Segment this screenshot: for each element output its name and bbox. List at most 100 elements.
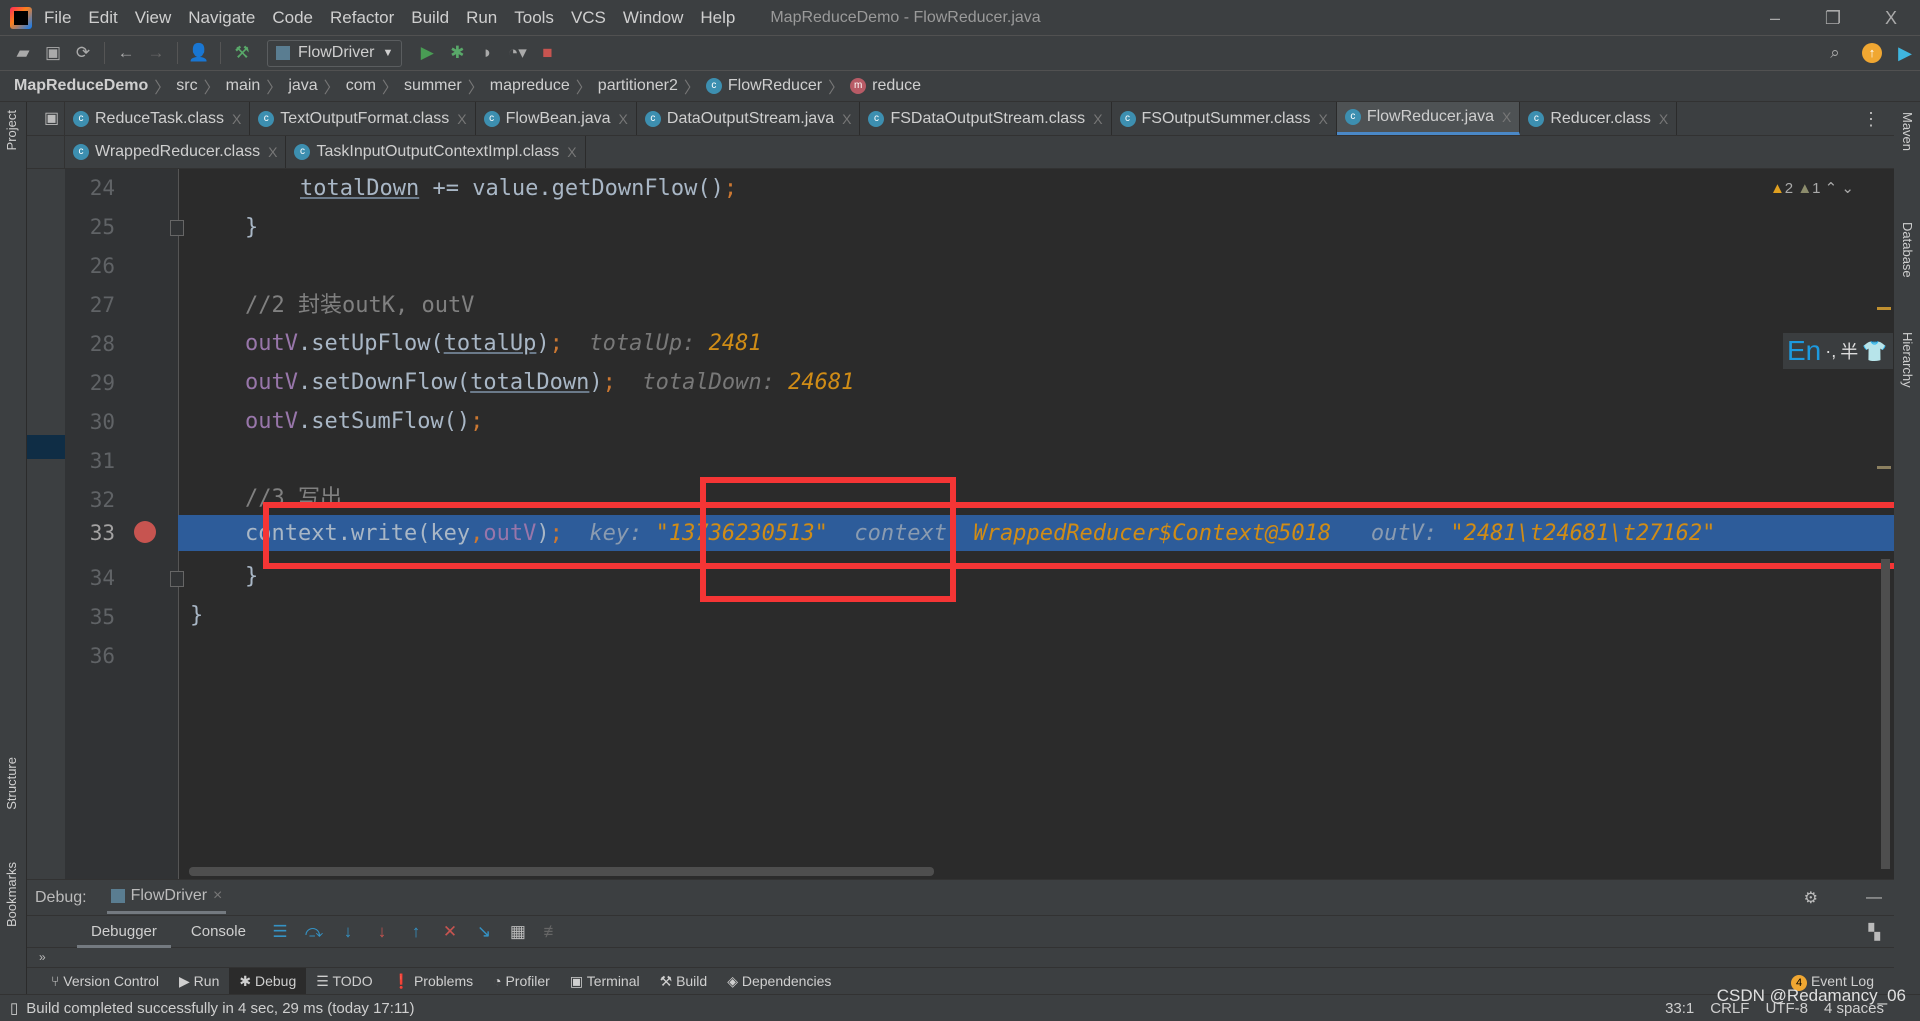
breadcrumb-project[interactable]: MapReduceDemo	[14, 77, 148, 95]
tab-dataoutputstream[interactable]: c DataOutputStream.java X	[636, 102, 861, 135]
run-to-cursor-icon[interactable]: ↘	[470, 922, 498, 942]
sync-icon[interactable]: ⟳	[68, 43, 98, 63]
expand-icon[interactable]: »	[39, 950, 46, 964]
close-tab-icon[interactable]: X	[567, 144, 576, 160]
status-message[interactable]: Build completed successfully in 4 sec, 2…	[26, 1000, 414, 1017]
more-tabs-icon[interactable]: ⋮	[1862, 102, 1880, 135]
tool-profiler[interactable]: ◔ Profiler	[483, 968, 560, 995]
project-tool-button[interactable]: Project	[4, 110, 19, 150]
error-stripe-mark[interactable]	[1877, 307, 1891, 310]
close-tab-icon[interactable]: X	[842, 111, 851, 127]
database-tool-button[interactable]: Database	[1900, 222, 1915, 278]
tool-debug[interactable]: ✱ Debug	[229, 967, 307, 995]
menu-window[interactable]: Window	[623, 8, 683, 28]
breadcrumb-com[interactable]: com	[346, 77, 376, 95]
step-into-icon[interactable]: ↓	[334, 922, 362, 942]
tab-reducer[interactable]: c Reducer.class X	[1520, 102, 1678, 135]
menu-refactor[interactable]: Refactor	[330, 8, 394, 28]
search-icon[interactable]: ⌕	[1820, 43, 1850, 63]
tab-reducetask[interactable]: c ReduceTask.class X	[65, 102, 251, 135]
step-over-icon[interactable]: ⤼	[300, 922, 328, 942]
close-tab-icon[interactable]: X	[1659, 111, 1668, 127]
breadcrumb-java[interactable]: java	[288, 77, 317, 95]
structure-tool-button[interactable]: Structure	[4, 757, 19, 810]
menu-run[interactable]: Run	[466, 8, 497, 28]
layout-icon[interactable]: ▚	[1868, 923, 1880, 941]
tab-textoutputformat[interactable]: c TextOutputFormat.class X	[250, 102, 476, 135]
close-tab-icon[interactable]: X	[1502, 109, 1511, 125]
close-tab-icon[interactable]: X	[619, 111, 628, 127]
debug-icon[interactable]: ✱	[442, 43, 472, 63]
profiler-icon[interactable]: ◔▾	[502, 43, 532, 63]
build-hammer-icon[interactable]: ⚒	[227, 43, 257, 63]
breadcrumb-summer[interactable]: summer	[404, 77, 462, 95]
save-icon[interactable]: ▣	[38, 43, 68, 63]
stop-icon[interactable]: ■	[532, 43, 562, 63]
minimize-button[interactable]: –	[1746, 0, 1804, 36]
close-tab-icon[interactable]: X	[1318, 111, 1327, 127]
tab-fsoutputsummer[interactable]: c FSOutputSummer.class X	[1111, 102, 1337, 135]
toolbox-icon[interactable]: ▶	[1898, 43, 1912, 64]
error-stripe-mark[interactable]	[1877, 466, 1891, 469]
caret-position[interactable]: 33:1	[1665, 1000, 1694, 1017]
gear-icon[interactable]: ⚙	[1804, 888, 1818, 908]
hierarchy-tool-button[interactable]: Hierarchy	[1900, 332, 1915, 388]
menu-help[interactable]: Help	[700, 8, 735, 28]
drop-frame-icon[interactable]: ✕	[436, 922, 464, 942]
hide-icon[interactable]: —	[1866, 889, 1882, 907]
tool-todo[interactable]: ☰ TODO	[306, 968, 382, 995]
menu-navigate[interactable]: Navigate	[188, 8, 255, 28]
tool-build[interactable]: ⚒ Build	[650, 968, 718, 995]
close-tab-icon[interactable]: X	[457, 111, 466, 127]
breadcrumb-partitioner2[interactable]: partitioner2	[598, 77, 678, 95]
tab-debugger[interactable]: Debugger	[77, 916, 171, 948]
fold-marker-icon[interactable]	[170, 220, 184, 236]
tab-fsdataoutputstream[interactable]: c FSDataOutputStream.class X	[860, 102, 1112, 135]
breadcrumb-main[interactable]: main	[226, 77, 261, 95]
code-editor[interactable]: 24 25 26 27 28 29 30 31 32 33 34 35 36 totalDown += …	[65, 169, 1894, 879]
close-tab-icon[interactable]: X	[232, 111, 241, 127]
close-tab-icon[interactable]: X	[268, 144, 277, 160]
breakpoint-icon[interactable]	[134, 521, 156, 543]
restore-button[interactable]: ❐	[1804, 0, 1862, 36]
menu-tools[interactable]: Tools	[514, 8, 554, 28]
back-icon[interactable]: ←	[111, 43, 141, 63]
tool-problems[interactable]: ❗ Problems	[383, 968, 483, 995]
fold-marker-icon[interactable]	[170, 571, 184, 587]
menu-file[interactable]: File	[44, 8, 71, 28]
close-tab-icon[interactable]: ×	[213, 887, 222, 905]
menu-build[interactable]: Build	[411, 8, 449, 28]
menu-view[interactable]: View	[135, 8, 172, 28]
tab-flowbean[interactable]: c FlowBean.java X	[475, 102, 637, 135]
run-config-select[interactable]: FlowDriver ▼	[267, 39, 403, 67]
forward-icon[interactable]: →	[141, 43, 171, 63]
trace-icon[interactable]: ≢	[538, 922, 566, 942]
evaluate-icon[interactable]: ▦	[504, 922, 532, 942]
open-folder-icon[interactable]: ▰	[8, 43, 38, 63]
close-tab-icon[interactable]: X	[1093, 111, 1102, 127]
tool-run[interactable]: ▶ Run	[169, 968, 229, 995]
inspection-widget[interactable]: ▲2 ▲1 ⌃ ⌄	[1770, 179, 1854, 197]
user-icon[interactable]: 👤	[184, 43, 214, 63]
tab-console[interactable]: Console	[177, 916, 260, 948]
tab-flowreducer[interactable]: c FlowReducer.java X	[1336, 102, 1521, 135]
menu-edit[interactable]: Edit	[88, 8, 117, 28]
horizontal-scrollbar[interactable]	[189, 867, 934, 876]
breadcrumb-src[interactable]: src	[176, 77, 197, 95]
breadcrumb-mapreduce[interactable]: mapreduce	[490, 77, 570, 95]
menu-vcs[interactable]: VCS	[571, 8, 606, 28]
vertical-scrollbar[interactable]	[1881, 559, 1890, 869]
tab-taskinputoutputcontextimpl[interactable]: c TaskInputOutputContextImpl.class X	[286, 136, 586, 168]
maven-tool-button[interactable]: Maven	[1900, 112, 1915, 151]
breadcrumb-class[interactable]: FlowReducer	[728, 77, 822, 95]
menu-code[interactable]: Code	[272, 8, 313, 28]
tool-dependencies[interactable]: ◈ Dependencies	[717, 968, 841, 995]
tool-version-control[interactable]: ⑂ Version Control	[41, 968, 169, 995]
close-button[interactable]: X	[1862, 0, 1920, 36]
debug-session-tab[interactable]: FlowDriver ×	[106, 881, 227, 914]
breadcrumb-method[interactable]: reduce	[872, 77, 921, 95]
update-icon[interactable]: ↑	[1862, 43, 1882, 63]
step-out-icon[interactable]: ↑	[402, 922, 430, 942]
tab-wrappedreducer[interactable]: c WrappedReducer.class X	[65, 136, 287, 168]
run-icon[interactable]: ▶	[412, 43, 442, 63]
